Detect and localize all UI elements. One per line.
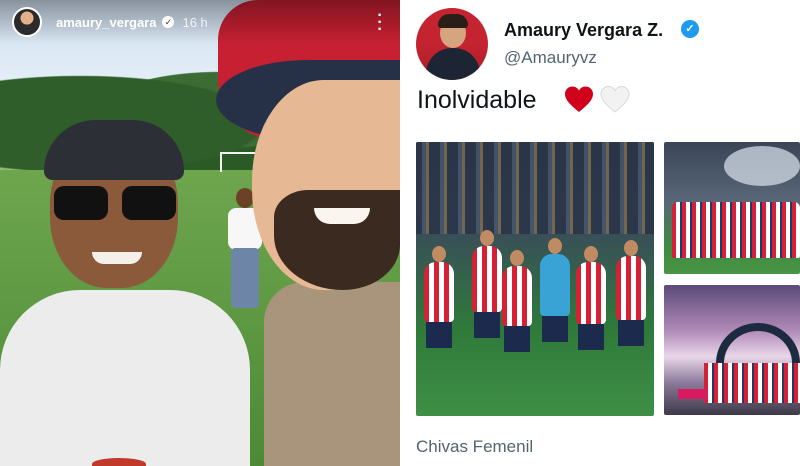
red-heart-icon [565,86,593,112]
story-time: 16 h [182,14,208,30]
story-avatar[interactable] [12,7,42,37]
person-with-sunglasses [0,120,250,466]
tweet-display-name[interactable]: Amaury Vergara Z. [504,20,663,41]
tweet-photo-celebration[interactable] [416,142,654,416]
tweet-card: Amaury Vergara Z. ✓ @Amauryvz Inolvidabl… [400,0,800,466]
tweet-photo-trophy[interactable] [664,285,800,415]
story-header: amaury_vergara ✓ 16 h [0,0,400,44]
tweet-text: Inolvidable [417,86,537,114]
person-with-red-cap [214,0,400,466]
verified-badge-icon: ✓ [162,16,175,28]
sunglasses [54,186,178,220]
verified-badge-icon: ✓ [681,20,699,38]
tweet-avatar[interactable] [416,8,488,80]
story-username[interactable]: amaury_vergara [56,15,156,30]
tweet-photo-team[interactable] [664,142,800,274]
tweet-caption: Chivas Femenil [416,437,534,456]
tweet-handle[interactable]: @Amauryvz [504,48,597,68]
instagram-story[interactable]: amaury_vergara ✓ 16 h · · · [0,0,400,466]
white-heart-icon [600,85,630,113]
more-vertical-icon[interactable]: · · · [370,8,390,38]
composite-screenshot: amaury_vergara ✓ 16 h · · · Amaury Vergara… [0,0,800,466]
